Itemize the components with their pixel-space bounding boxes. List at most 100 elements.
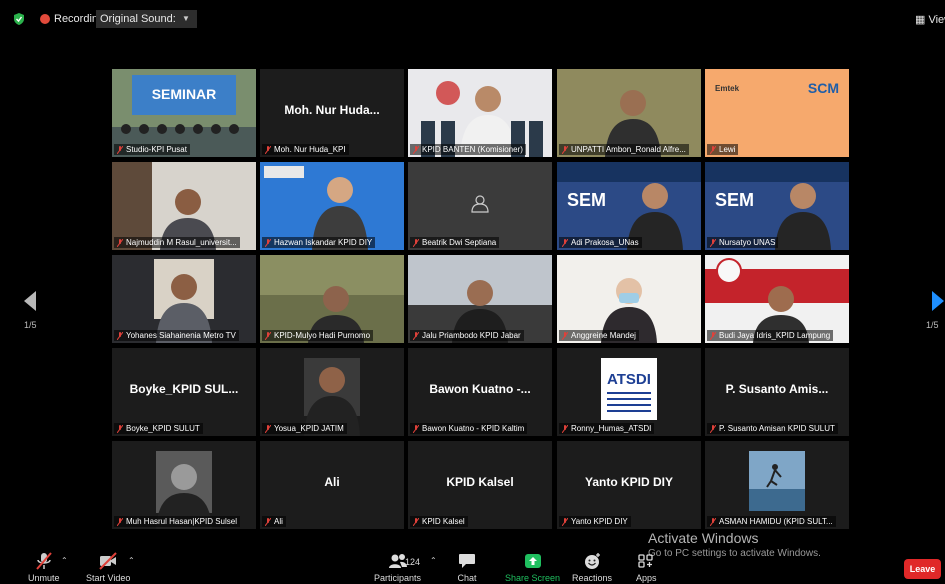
view-label: View <box>928 14 945 26</box>
chat-label: Chat <box>457 573 477 583</box>
next-page-arrow-icon[interactable] <box>928 289 945 313</box>
participant-name-label: Beatrik Dwi Septiana <box>410 237 500 248</box>
muted-mic-icon <box>710 146 716 154</box>
mic-muted-icon <box>35 552 52 570</box>
leave-button[interactable]: Leave <box>904 559 941 579</box>
stage-banner-text: SEMINAR <box>152 86 217 102</box>
share-screen-button[interactable]: Share Screen <box>505 552 560 583</box>
participants-count: 124 <box>405 557 421 567</box>
video-tile-budi-jaya-idris-kpid-lampung[interactable]: Budi Jaya Idris_KPID Lampung <box>705 255 849 343</box>
page-indicator-right: 1/5 <box>926 320 939 330</box>
video-tile-hazwan-iskandar-kpid-diy[interactable]: Hazwan Iskandar KPID DIY <box>260 162 404 250</box>
muted-mic-icon <box>562 146 568 154</box>
video-tile-p-susanto-amisan-kpid-sulut[interactable]: P. Susanto Amis... P. Susanto Amisan KPID… <box>705 348 849 436</box>
video-tile-kpid-kalsel[interactable]: KPID Kalsel KPID Kalsel <box>408 441 552 529</box>
apps-label: Apps <box>636 573 657 583</box>
video-tile-ronny-humas-atsdi[interactable]: ATSDI Ronny_Humas_ATSDI <box>557 348 701 436</box>
participant-name-label: KPID-Mulyo Hadi Purnomo <box>262 330 374 341</box>
video-tile-ali[interactable]: Ali Ali <box>260 441 404 529</box>
video-tile-najmuddin-m-rasul-universit[interactable]: Najmuddin M Rasul_universit... <box>112 162 256 250</box>
participant-name-label: Studio-KPI Pusat <box>114 144 190 155</box>
participant-name-text: Adi Prakosa_UNas <box>571 238 639 247</box>
apps-icon <box>638 554 653 568</box>
reactions-label: Reactions <box>572 573 613 583</box>
chevron-up-icon[interactable]: ⌃ <box>128 556 135 565</box>
video-tile-muh-hasrul-hasan-kpid-sulsel[interactable]: Muh Hasrul Hasan|KPID Sulsel <box>112 441 256 529</box>
participant-name-text: Jalu Priambodo KPID Jabar <box>422 331 521 340</box>
chevron-up-icon[interactable]: ⌃ <box>61 556 68 565</box>
apps-button[interactable]: Apps <box>636 552 657 583</box>
muted-mic-icon <box>265 239 271 247</box>
muted-mic-icon <box>265 518 271 526</box>
muted-mic-icon <box>413 518 419 526</box>
video-tile-nursatyo-unas[interactable]: SEM Nursatyo UNAS <box>705 162 849 250</box>
participant-name-label: Bawon Kuatno - KPID Kaltim <box>410 423 528 434</box>
share-screen-icon <box>524 554 541 568</box>
video-tile-yohanes-siahainenia-metro-tv[interactable]: Yohanes Siahainenia Metro TV <box>112 255 256 343</box>
participant-name-text: Muh Hasrul Hasan|KPID Sulsel <box>126 517 238 526</box>
muted-mic-icon <box>117 518 123 526</box>
participant-name-text: KPID BANTEN (Komisioner) <box>422 145 523 154</box>
participant-name-text: KPID-Mulyo Hadi Purnomo <box>274 331 371 340</box>
muted-mic-icon <box>265 332 271 340</box>
start-video-button[interactable]: Start Video <box>86 552 130 583</box>
video-tile-yosua-kpid-jatim[interactable]: Yosua_KPID JATIM <box>260 348 404 436</box>
video-tile-anggreine-mandej[interactable]: Anggreine Mandej <box>557 255 701 343</box>
chevron-up-icon[interactable]: ⌃ <box>430 556 437 565</box>
participant-name-text: Moh. Nur Huda_KPI <box>274 145 346 154</box>
participant-name-label: ASMAN HAMIDU (KPID SULT... <box>707 516 836 527</box>
participant-name-label: Ronny_Humas_ATSDI <box>559 423 655 434</box>
video-tile-kpid-banten-komisioner[interactable]: KPID BANTEN (Komisioner) <box>408 69 552 157</box>
video-tile-boyke-kpid-sulut[interactable]: Boyke_KPID SUL... Boyke_KPID SULUT <box>112 348 256 436</box>
video-tile-unpatti-ambon-ronald-alfre[interactable]: UNPATTI Ambon_Ronald Alfre... <box>557 69 701 157</box>
participant-name-text: Anggreine Mandej <box>571 331 636 340</box>
reactions-button[interactable]: Reactions <box>572 552 612 583</box>
participant-name-text: Bawon Kuatno - KPID Kaltim <box>422 424 525 433</box>
activate-windows-subtitle: Go to PC settings to activate Windows. <box>648 548 821 559</box>
shield-icon[interactable] <box>12 12 26 26</box>
unmute-label: Unmute <box>28 573 60 583</box>
participant-name-text: Boyke_KPID SULUT <box>126 424 200 433</box>
chevron-down-icon[interactable]: ▼ <box>178 10 194 28</box>
chat-button[interactable]: Chat <box>457 552 477 583</box>
video-tile-lewi[interactable]: Emtek SCM Lewi <box>705 69 849 157</box>
recording-icon <box>40 14 50 24</box>
participant-name-text: Hazwan Iskandar KPID DIY <box>274 238 373 247</box>
participant-name-text: Najmuddin M Rasul_universit... <box>126 238 237 247</box>
participant-display-name: Yanto KPID DIY <box>584 475 673 489</box>
participant-name-text: Lewi <box>719 145 736 154</box>
participant-name-label: Boyke_KPID SULUT <box>114 423 203 434</box>
participant-name-label: Nursatyo UNAS <box>707 237 779 248</box>
participant-name-label: Ali <box>262 516 286 527</box>
participant-name-label: P. Susanto Amisan KPID SULUT <box>707 423 838 434</box>
participant-display-name: Moh. Nur Huda... <box>284 103 380 117</box>
muted-mic-icon <box>413 425 419 433</box>
participant-display-name: Bawon Kuatno -... <box>429 382 531 396</box>
video-tile-kpid-mulyo-hadi-purnomo[interactable]: KPID-Mulyo Hadi Purnomo <box>260 255 404 343</box>
slide-logo-text: Emtek <box>715 84 740 93</box>
participant-name-label: Jalu Priambodo KPID Jabar <box>410 330 524 341</box>
video-tile-jalu-priambodo-kpid-jabar[interactable]: Jalu Priambodo KPID Jabar <box>408 255 552 343</box>
video-tile-beatrik-dwi-septiana[interactable]: Beatrik Dwi Septiana <box>408 162 552 250</box>
video-tile-moh-nur-huda-kpi[interactable]: Moh. Nur Huda... Moh. Nur Huda_KPI <box>260 69 404 157</box>
muted-mic-icon <box>562 239 568 247</box>
participant-name-label: UNPATTI Ambon_Ronald Alfre... <box>559 144 689 155</box>
video-tile-yanto-kpid-diy[interactable]: Yanto KPID DIY Yanto KPID DIY <box>557 441 701 529</box>
video-tile-studio-kpi-pusat[interactable]: SEMINAR Studio-KPI Pusat <box>112 69 256 157</box>
video-off-icon <box>99 552 117 570</box>
participants-label: Participants <box>374 573 422 583</box>
video-tile-asman-hamidu-kpid-sult[interactable]: ASMAN HAMIDU (KPID SULT... <box>705 441 849 529</box>
previous-page-arrow-icon[interactable] <box>20 289 40 313</box>
muted-mic-icon <box>265 146 271 154</box>
unmute-button[interactable]: Unmute <box>28 552 60 583</box>
meeting-topbar: Recording Original Sound: Off ▼ ▦ View <box>0 8 945 30</box>
video-tile-adi-prakosa-unas[interactable]: SEM Adi Prakosa_UNas <box>557 162 701 250</box>
participant-name-label: Najmuddin M Rasul_universit... <box>114 237 240 248</box>
participant-name-label: Yosua_KPID JATIM <box>262 423 347 434</box>
participant-name-label: Budi Jaya Idris_KPID Lampung <box>707 330 834 341</box>
muted-mic-icon <box>562 518 568 526</box>
muted-mic-icon <box>117 239 123 247</box>
video-tile-bawon-kuatno-kpid-kaltim[interactable]: Bawon Kuatno -... Bawon Kuatno - KPID Kal… <box>408 348 552 436</box>
slide-brand-text: SCM <box>808 80 839 96</box>
view-button[interactable]: ▦ View <box>915 13 945 26</box>
